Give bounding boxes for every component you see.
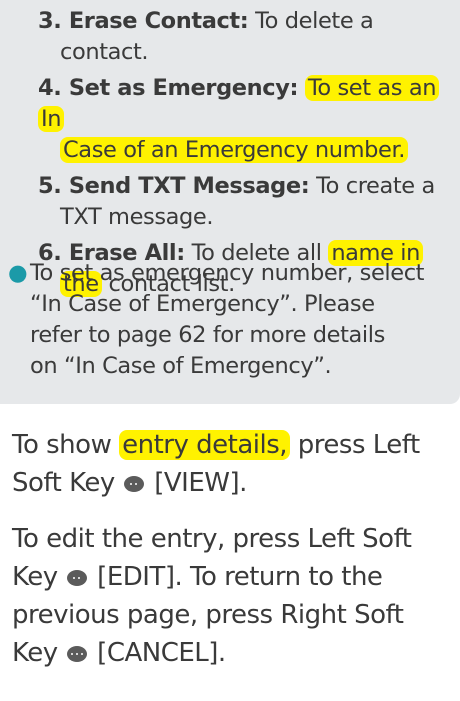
para-text: Key xyxy=(12,638,58,668)
para-text: press Left xyxy=(297,430,420,460)
option-send-txt-message: 5. Send TXT Message: To create a TXT mes… xyxy=(38,171,453,233)
option-set-as-emergency: 4. Set as Emergency: To set as an In Cas… xyxy=(38,73,453,166)
para-text: Soft Key xyxy=(12,468,115,498)
bullet-line: “In Case of Emergency”. Please xyxy=(30,291,375,317)
para-text: previous page, press Right Soft xyxy=(12,600,404,630)
para-text: [EDIT]. To return to the xyxy=(97,562,383,592)
para-text: Key xyxy=(12,562,58,592)
option-desc: To create a xyxy=(316,173,435,199)
bullet-line: refer to page 62 for more details xyxy=(30,322,385,348)
emergency-note-bullet: ● To set as emergency number, select “In… xyxy=(8,258,456,382)
view-entry-paragraph: To show entry details, press Left Soft K… xyxy=(12,426,457,502)
option-desc-cont: TXT message. xyxy=(60,204,214,230)
highlighted-text: Case of an Emergency number. xyxy=(60,137,409,163)
para-text: [VIEW]. xyxy=(154,468,247,498)
left-soft-key-icon xyxy=(67,570,88,586)
option-term: 3. Erase Contact: xyxy=(38,8,249,34)
option-term: 4. Set as Emergency: xyxy=(38,75,299,101)
para-text: To show xyxy=(12,430,112,460)
option-desc: To delete a xyxy=(255,8,374,34)
option-term: 5. Send TXT Message: xyxy=(38,173,310,199)
para-text: [CANCEL]. xyxy=(97,638,226,668)
para-text: To edit the entry, press Left Soft xyxy=(12,524,412,554)
bullet-line: To set as emergency number, select xyxy=(30,260,425,286)
edit-entry-paragraph: To edit the entry, press Left Soft Key [… xyxy=(12,520,457,672)
option-erase-contact: 3. Erase Contact: To delete a contact. xyxy=(38,6,453,68)
highlighted-text: entry details, xyxy=(119,430,291,460)
bullet-line: on “In Case of Emergency”. xyxy=(30,353,332,379)
option-desc-cont: contact. xyxy=(60,39,149,65)
bullet-dot-icon: ● xyxy=(8,260,28,286)
note-box: 3. Erase Contact: To delete a contact. 4… xyxy=(0,0,460,404)
left-soft-key-icon xyxy=(124,476,145,492)
right-soft-key-icon xyxy=(67,646,88,662)
